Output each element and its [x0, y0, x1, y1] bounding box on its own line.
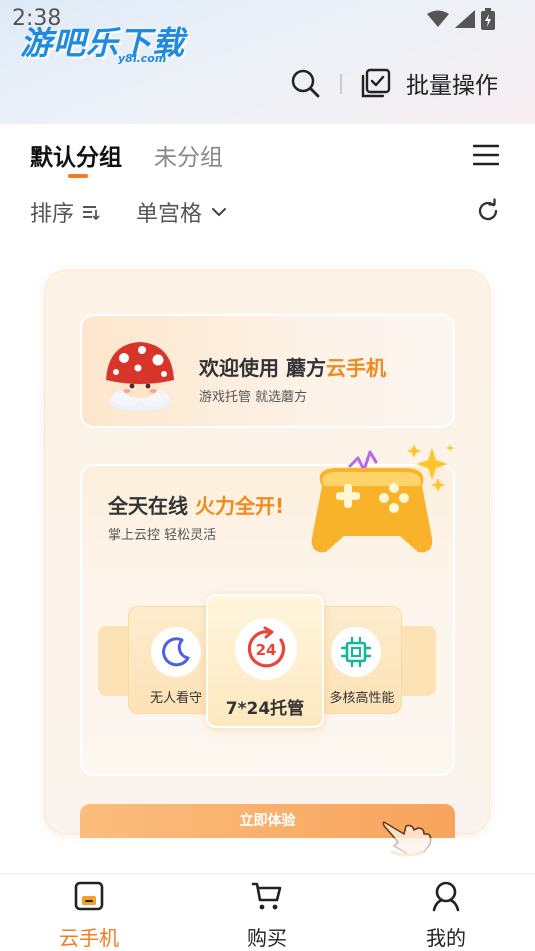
battery-icon [481, 8, 495, 30]
content-fade [0, 838, 535, 874]
feature-cpu-label: 多核高性能 [329, 691, 395, 706]
clock-24-icon: 24 [247, 626, 286, 668]
bottom-nav: 云手机 购买 我的 [0, 873, 535, 951]
chip-icon [340, 636, 372, 668]
tab-default-group[interactable]: 默认分组 [30, 138, 122, 178]
nav-me-label: 我的 [426, 926, 466, 950]
nav-cloud-phone-label: 云手机 [59, 926, 119, 950]
refresh-button[interactable] [475, 198, 501, 224]
header-divider [340, 74, 342, 94]
feature-subtitle: 掌上云控 轻松灵活 [108, 528, 217, 543]
batch-operation-label: 批量操作 [406, 73, 498, 99]
feature-title-accent: 火力全开! [194, 494, 285, 518]
toolbar: 排序 单宫格 [30, 196, 227, 228]
welcome-banner: 欢迎使用 蘑方云手机 游戏托管 就选蘑方 [80, 314, 455, 428]
header: 2:38 游吧乐下载 y8l.com 批量操作 [0, 0, 535, 124]
sort-label: 排序 [30, 202, 75, 227]
batch-checkbox-icon [361, 68, 391, 98]
feature-24-7-icon-bg: 24 [235, 618, 297, 680]
tab-active-indicator [68, 174, 88, 178]
feature-card-24-7[interactable]: 24 7*24托管 [206, 594, 324, 728]
nav-buy[interactable]: 购买 [212, 874, 322, 951]
feature-title-prefix: 全天在线 [108, 494, 195, 518]
welcome-subtitle: 游戏托管 就选蘑方 [199, 390, 308, 405]
welcome-title-accent: 云手机 [325, 356, 386, 380]
view-mode-label: 单宫格 [136, 202, 203, 227]
cloud-phone-icon [74, 881, 104, 911]
feature-title: 全天在线 火力全开! [108, 490, 284, 519]
status-icons [427, 8, 495, 30]
group-tabs: 默认分组 未分组 [30, 138, 223, 178]
sort-icon [83, 206, 100, 220]
wifi-icon [427, 10, 449, 27]
signal-icon [455, 10, 475, 28]
nav-cloud-phone[interactable]: 云手机 [34, 874, 144, 951]
watermark-domain: y8l.com [118, 52, 167, 65]
cart-icon [251, 882, 282, 910]
nav-me[interactable]: 我的 [391, 874, 501, 951]
svg-text:24: 24 [256, 641, 277, 659]
welcome-title: 欢迎使用 蘑方云手机 [199, 352, 386, 381]
feature-carousel-right-edge [396, 626, 436, 696]
search-icon [291, 69, 320, 98]
tab-ungrouped-label: 未分组 [154, 145, 223, 171]
search-button[interactable] [288, 66, 324, 102]
group-menu-button[interactable] [472, 144, 500, 166]
welcome-title-prefix: 欢迎使用 蘑方 [199, 356, 326, 380]
view-mode-dropdown[interactable]: 单宫格 [136, 196, 227, 228]
feature-cpu-icon-bg [331, 627, 381, 677]
feature-24-7-label: 7*24托管 [225, 699, 305, 719]
nav-buy-label: 购买 [247, 926, 287, 950]
moon-icon [162, 637, 190, 667]
mushroom-mascot-icon [106, 342, 174, 411]
gamepad-icon [311, 444, 454, 553]
refresh-icon [478, 198, 498, 221]
feature-unattended-icon-bg [151, 627, 201, 677]
sort-button[interactable]: 排序 [30, 196, 100, 228]
tab-ungrouped[interactable]: 未分组 [154, 138, 223, 172]
batch-operation-button[interactable]: 批量操作 [360, 66, 498, 100]
hamburger-menu-icon [472, 144, 500, 166]
chevron-down-icon [212, 208, 227, 217]
profile-icon [432, 881, 460, 912]
tab-default-group-label: 默认分组 [30, 145, 122, 171]
